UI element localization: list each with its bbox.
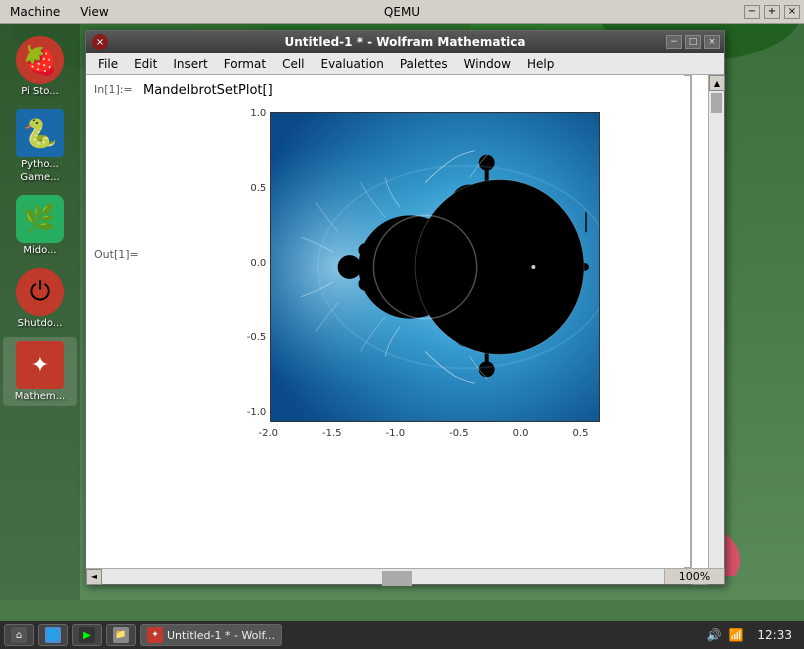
qemu-machine-menu[interactable]: Machine <box>4 3 66 21</box>
math-content: In[1]:= MandelbrotSetPlot[] Out[1]= <box>86 75 724 584</box>
python-games-label2: Game... <box>20 172 59 183</box>
qemu-window-controls: − + × <box>744 5 800 19</box>
math-maximize-button[interactable]: □ <box>685 35 701 49</box>
sidebar-item-python-games[interactable]: 🐍 Pytho... Game... <box>3 105 77 187</box>
mathematica-window: × Untitled-1 * - Wolfram Mathematica − □… <box>85 30 725 585</box>
qemu-menubar: Machine View QEMU − + × <box>0 0 804 24</box>
midori-icon: 🌿 <box>16 195 64 243</box>
math-insert-menu[interactable]: Insert <box>165 55 215 73</box>
sidebar-item-mathematica[interactable]: ✦ Mathem... <box>3 337 77 406</box>
mathematica-label: Mathem... <box>15 391 65 402</box>
x-label-3: -1.0 <box>386 428 406 439</box>
sidebar-item-midori[interactable]: 🌿 Mido... <box>3 191 77 260</box>
mandelbrot-plot <box>270 112 600 422</box>
qemu-title: QEMU <box>384 5 420 19</box>
math-cell-menu[interactable]: Cell <box>274 55 312 73</box>
taskbar-clock: 12:33 <box>749 628 800 642</box>
math-file-menu[interactable]: File <box>90 55 126 73</box>
input-cell: In[1]:= MandelbrotSetPlot[] <box>94 83 700 98</box>
math-menubar: File Edit Insert Format Cell Evaluation … <box>86 53 724 75</box>
y-label-2: 0.5 <box>250 183 266 194</box>
x-label-4: -0.5 <box>449 428 469 439</box>
sidebar-item-pi-store[interactable]: 🍓 Pi Sto... <box>3 32 77 101</box>
y-label-5: -1.0 <box>247 407 267 418</box>
pi-store-label: Pi Sto... <box>21 86 59 97</box>
math-help-menu[interactable]: Help <box>519 55 562 73</box>
mathematica-icon: ✦ <box>16 341 64 389</box>
taskbar-app-label: Untitled-1 * - Wolf... <box>167 629 275 642</box>
math-close-x-button[interactable]: × <box>704 35 720 49</box>
output-cell: Out[1]= 1.0 0.5 0.0 <box>94 108 700 439</box>
math-titlebar: × Untitled-1 * - Wolfram Mathematica − □… <box>86 31 724 53</box>
zoom-indicator: 100% <box>664 568 724 584</box>
math-title: Untitled-1 * - Wolfram Mathematica <box>284 35 525 49</box>
desktop: Machine View QEMU − + × 🍓 Pi Sto... 🐍 Py… <box>0 0 804 600</box>
taskbar-filemgr-button[interactable]: 📁 <box>106 624 136 646</box>
math-title-controls: − □ × <box>666 35 720 49</box>
math-format-menu[interactable]: Format <box>216 55 274 73</box>
math-window-menu[interactable]: Window <box>456 55 519 73</box>
sys-network-icon[interactable]: 📶 <box>727 626 745 644</box>
sys-volume-icon[interactable]: 🔊 <box>705 626 723 644</box>
qemu-maximize-button[interactable]: + <box>764 5 780 19</box>
x-label-5: 0.0 <box>513 428 529 439</box>
math-minimize-button[interactable]: − <box>666 35 682 49</box>
right-scrollbar: ▲ ▼ <box>708 75 724 584</box>
y-label-1: 1.0 <box>250 108 266 119</box>
scroll-up-button[interactable]: ▲ <box>709 75 725 91</box>
math-close-button[interactable]: × <box>92 34 108 50</box>
midori-label: Mido... <box>23 245 56 256</box>
taskbar-sys-icons: 🔊 📶 <box>705 626 745 644</box>
x-label-6: 0.5 <box>573 428 589 439</box>
cell-in-content[interactable]: MandelbrotSetPlot[] <box>143 83 273 98</box>
taskbar-home-button[interactable]: ⌂ <box>4 624 34 646</box>
scroll-left-button[interactable]: ◄ <box>86 569 102 585</box>
math-main: In[1]:= MandelbrotSetPlot[] Out[1]= <box>86 75 708 584</box>
python-games-icon: 🐍 <box>16 109 64 157</box>
taskbar-mathematica-button[interactable]: ✦ Untitled-1 * - Wolf... <box>140 624 282 646</box>
math-edit-menu[interactable]: Edit <box>126 55 165 73</box>
math-evaluation-menu[interactable]: Evaluation <box>313 55 392 73</box>
qemu-minimize-button[interactable]: − <box>744 5 760 19</box>
y-label-3: 0.0 <box>250 258 266 269</box>
scroll-track-bottom[interactable] <box>102 569 692 584</box>
taskbar: ⌂ 🌐 ▶ 📁 ✦ Untitled-1 * - Wolf... 🔊 📶 12:… <box>0 621 804 649</box>
shutdown-icon: ⏻ <box>16 268 64 316</box>
x-label-2: -1.5 <box>322 428 342 439</box>
y-label-4: -0.5 <box>247 332 267 343</box>
math-palettes-menu[interactable]: Palettes <box>392 55 456 73</box>
qemu-view-menu[interactable]: View <box>74 3 114 21</box>
qemu-close-button[interactable]: × <box>784 5 800 19</box>
x-label-1: -2.0 <box>259 428 279 439</box>
taskbar-files-button[interactable]: 🌐 <box>38 624 68 646</box>
bottom-scrollbar: ◄ ► <box>86 568 708 584</box>
pi-store-icon: 🍓 <box>16 36 64 84</box>
shutdown-label: Shutdo... <box>18 318 63 329</box>
qemu-menu: Machine View <box>0 3 115 21</box>
sidebar-item-shutdown[interactable]: ⏻ Shutdo... <box>3 264 77 333</box>
taskbar-terminal-button[interactable]: ▶ <box>72 624 102 646</box>
scroll-track-right[interactable] <box>709 91 724 568</box>
cell-out-label: Out[1]= <box>94 248 139 261</box>
python-games-label: Pytho... <box>21 159 59 170</box>
cell-in-label: In[1]:= <box>94 83 139 96</box>
sidebar: 🍓 Pi Sto... 🐍 Pytho... Game... 🌿 Mido...… <box>0 24 80 600</box>
